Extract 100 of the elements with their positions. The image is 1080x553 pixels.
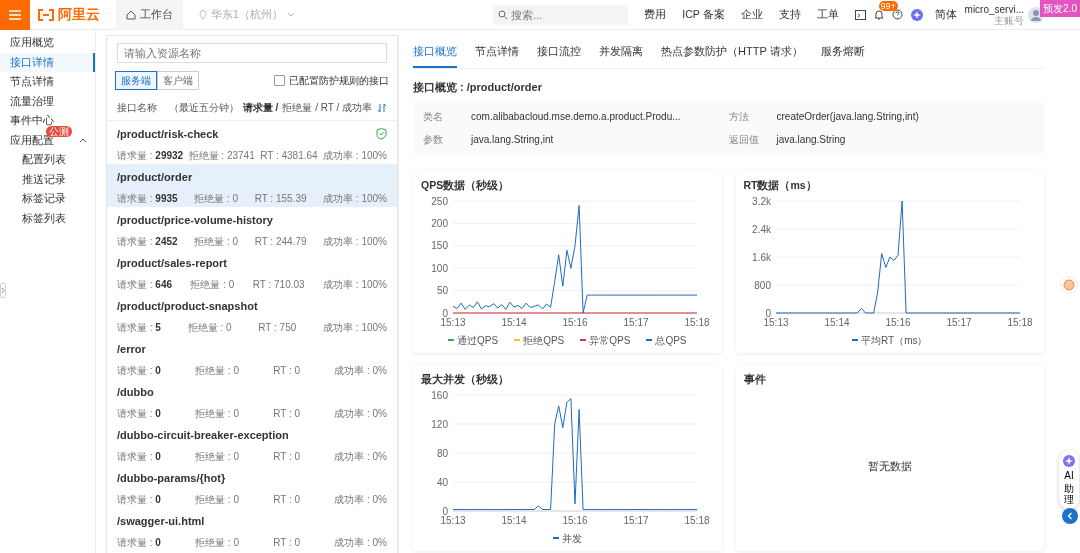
axis-label: 250	[431, 195, 448, 207]
chevron-left-icon[interactable]	[1062, 508, 1078, 524]
sidebar-item[interactable]: 流量治理	[0, 91, 95, 111]
tab[interactable]: 节点详情	[475, 35, 519, 68]
empty-text: 暂无数据	[867, 459, 912, 475]
resource-name: /product/price-volume-history	[117, 213, 273, 228]
segment-tab[interactable]: 客户端	[157, 71, 199, 90]
axis-label: 1.6k	[751, 251, 771, 263]
language-link[interactable]: 简体	[934, 6, 957, 23]
resource-name: /product/risk-check	[117, 127, 219, 142]
resource-name: /dubbo	[117, 385, 154, 400]
resource-stat: RT : 155.39	[254, 191, 307, 206]
axis-label: 15:16	[885, 316, 910, 328]
resource-stat: 请求量 : 9935	[117, 191, 178, 206]
resource-stat: 成功率 : 100%	[323, 320, 387, 335]
resource-stat: RT : 244.79	[254, 234, 307, 249]
axis-label: 100	[431, 262, 448, 274]
tab[interactable]: 并发隔离	[599, 35, 643, 68]
resource-stat: RT : 0	[273, 535, 301, 550]
header-link[interactable]: 费用	[644, 6, 667, 23]
info-label: 参数	[423, 133, 444, 147]
axis-label: 15:18	[684, 514, 710, 526]
axis-label: 15:16	[562, 316, 588, 328]
resource-stat: 请求量 : 2452	[117, 234, 178, 249]
resource-item[interactable]: /swagger-ui.html 请求量 : 0 拒绝量 : 0 RT : 0 成功率 : 0%	[107, 508, 397, 551]
workspace-button[interactable]: 工作台	[116, 0, 183, 30]
location-icon	[199, 9, 207, 20]
resource-stat: 拒绝量 : 0	[194, 234, 239, 249]
resource-stat: 请求量 : 0	[117, 449, 161, 464]
legend-item[interactable]: 通过QPS	[448, 332, 499, 348]
sidebar-item[interactable]: 推送记录	[0, 169, 95, 189]
info-value: java.lang.String	[776, 133, 846, 147]
axis-label: 15:17	[623, 316, 649, 328]
sparkle-icon[interactable]	[910, 8, 923, 21]
resource-item[interactable]: /dubbo-params/{hot} 请求量 : 0 拒绝量 : 0 RT : 0 成功率 : 0%	[107, 465, 397, 508]
resource-name: /dubbo-params/{hot}	[117, 471, 226, 486]
header-link[interactable]: ICP 备案	[682, 6, 725, 23]
resource-stat: RT : 0	[273, 406, 301, 421]
segment-tab[interactable]: 服务端	[115, 71, 157, 90]
tab[interactable]: 服务熔断	[820, 35, 865, 68]
resource-stat: RT : 4381.64	[260, 148, 318, 163]
axis-label: 15:13	[440, 514, 466, 526]
resource-item[interactable]: /product/sales-report 请求量 : 646 拒绝量 : 0 RT : 710.03 成功率 : 100%	[107, 250, 397, 293]
chart-title: QPS数据（秒级）	[421, 178, 511, 193]
legend-item[interactable]: 异常QPS	[580, 332, 631, 348]
chevron-icon	[79, 136, 87, 144]
tab[interactable]: 接口流控	[537, 35, 581, 68]
legend-item[interactable]: 并发	[552, 530, 582, 546]
resource-stat: 成功率 : 100%	[323, 277, 387, 292]
resource-stat: RT : 0	[273, 363, 301, 378]
search-field[interactable]: 搜索...	[493, 4, 629, 25]
header-link[interactable]: 工单	[816, 6, 839, 23]
resource-stat: 请求量 : 646	[117, 277, 173, 292]
sidebar-item[interactable]: 标签列表	[0, 208, 95, 228]
resource-stat: 成功率 : 100%	[323, 191, 387, 206]
resource-item[interactable]: /product/product-snapshot 请求量 : 5 拒绝量 : 0 RT : 750 成功率 : 100%	[107, 293, 397, 336]
resource-name: /dubbo-circuit-breaker-exception	[117, 428, 289, 443]
tab[interactable]: 热点参数防护（HTTP 请求）	[661, 35, 803, 68]
sidebar-item[interactable]: 应用概览	[0, 33, 95, 53]
resource-item[interactable]: /dubbo-circuit-breaker-exception 请求量 : 0 拒绝量 : 0 RT : 0 成功率 : 0%	[107, 422, 397, 465]
header-link[interactable]: 支持	[778, 6, 801, 23]
legend-item[interactable]: 总QPS	[646, 332, 687, 348]
axis-label: 15:14	[501, 514, 527, 526]
resource-name: /product/order	[117, 170, 193, 185]
search-field[interactable]: 请输入资源名称	[117, 43, 387, 63]
tab[interactable]: 接口概览	[413, 35, 457, 68]
header-link[interactable]: 企业	[740, 6, 763, 23]
resource-name: /product/sales-report	[117, 256, 228, 271]
resource-item[interactable]: /error 请求量 : 0 拒绝量 : 0 RT : 0 成功率 : 0%	[107, 336, 397, 379]
resource-stat: 请求量 : 0	[117, 363, 161, 378]
axis-label: 50	[436, 284, 448, 296]
resource-stat: 拒绝量 : 0	[195, 492, 239, 507]
sidebar-item[interactable]: 配置列表	[0, 150, 95, 170]
resource-stat: 请求量 : 0	[117, 406, 161, 421]
legend-item[interactable]: 平均RT（ms）	[852, 332, 928, 348]
collapse-handle-icon[interactable]	[0, 283, 6, 298]
assistant-button[interactable]: AI 助理	[1059, 450, 1079, 509]
resource-item[interactable]: /product/order 请求量 : 9935 拒绝量 : 0 RT : 155.39 成功率 : 100%	[107, 164, 397, 207]
account-name[interactable]: micro_servi...	[964, 3, 1024, 15]
sort-key[interactable]: 请求量 /	[242, 100, 279, 115]
axis-label: 2.4k	[751, 223, 771, 235]
bell-icon[interactable]	[873, 9, 884, 20]
sidebar-item[interactable]: 节点详情	[0, 72, 95, 92]
notification-badge: 99+	[878, 1, 898, 11]
sidebar-item[interactable]: 接口详情	[0, 52, 95, 72]
legend-item[interactable]: 拒绝QPS	[514, 332, 565, 348]
account-role: 主账号	[994, 14, 1024, 26]
help-icon[interactable]	[891, 9, 903, 20]
resource-item[interactable]: /product/price-volume-history 请求量 : 2452 拒绝量 : 0 RT : 244.79 成功率 : 100%	[107, 207, 397, 250]
resource-stat: 成功率 : 0%	[334, 535, 387, 550]
filter-checkbox[interactable]: 已配置防护规则的接口	[274, 73, 389, 88]
terminal-icon[interactable]	[854, 9, 866, 20]
axis-label: 15:17	[623, 514, 649, 526]
logo-text: 阿里云	[58, 5, 100, 24]
axis-label: 0	[764, 307, 771, 319]
sort-icon[interactable]	[378, 102, 387, 113]
column-header: 拒绝量 / RT / 成功率	[282, 101, 372, 115]
resource-item[interactable]: /dubbo 请求量 : 0 拒绝量 : 0 RT : 0 成功率 : 0%	[107, 379, 397, 422]
sidebar-item[interactable]: 标签记录	[0, 189, 95, 209]
resource-item[interactable]: /product/risk-check 请求量 : 29932 拒绝量 : 23741 RT : 4381.64 成功率 : 100%	[107, 121, 397, 164]
